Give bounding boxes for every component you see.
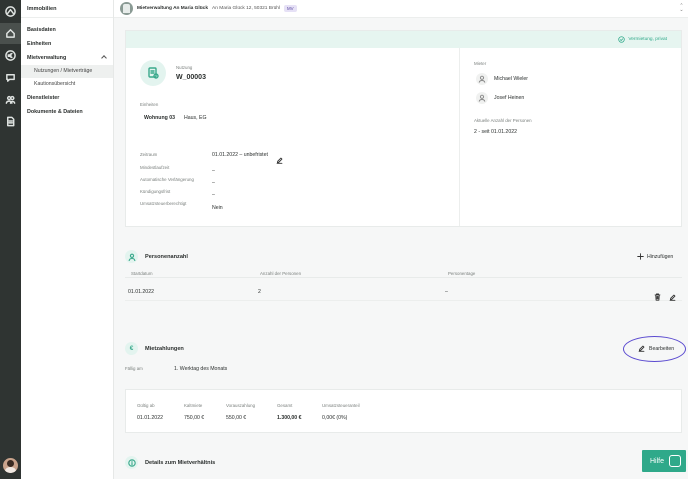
field-label: Automatische Verlängerung [140,177,194,182]
cell-person-days: – [445,289,448,295]
tenant-name[interactable]: Josef Heinen [494,95,524,101]
icon-rail [0,0,21,479]
help-label: Hilfe [650,457,665,465]
payment-vat: 0,00€ (0%) [322,415,348,421]
nutzung-id: W_00003 [176,74,206,81]
column-header: Gültig ab [137,403,155,408]
tenant-avatar [476,73,488,85]
sidebar-item-dienstleister[interactable]: Dienstleister [21,91,113,105]
sidebar-item-dokumente[interactable]: Dokumente & Dateien [21,105,113,119]
tenant-avatar [476,92,488,104]
section-title-details: Details zum Mietverhältnis [145,460,216,466]
field-label: Mindestlaufzeit [140,165,170,170]
due-value: 1. Werktag des Monats [174,366,228,372]
field-label: Umsatzsteuerberechtigt [140,201,187,206]
field-label: Zeitraum [140,152,158,157]
info-icon [125,456,138,469]
chat-bubble-icon [669,455,681,467]
status-text: Vermietung, privat [628,37,667,42]
section-title-personenanzahl: Personenanzahl [145,254,188,260]
pencil-icon [276,157,283,164]
app-logo-icon[interactable] [3,4,18,19]
highlight-annotation [623,336,686,362]
euro-circle-icon: € [125,342,138,355]
divider [459,48,460,226]
add-person-count-button[interactable]: Hinzufügen [637,253,673,260]
plus-icon [637,253,644,260]
euro-icon[interactable] [3,48,18,63]
person-count-value: 2 - seit 01.01.2022 [474,129,517,135]
switch-property-icon[interactable]: ⌃ ⌄ [679,4,684,14]
chevron-up-icon [101,55,107,61]
document-icon[interactable] [3,114,18,129]
payment-prepayment: 550,00 € [226,415,247,421]
tenant-name[interactable]: Michael Wieler [494,76,528,82]
cell-start: 01.01.2022 [128,289,154,295]
add-button-label: Hinzufügen [647,253,674,260]
field-value: – [212,180,215,186]
edit-row-button[interactable] [669,288,676,306]
property-title: Mietverwaltung An Maria Glück [137,6,208,11]
units-label: Einheiten [140,102,159,107]
property-address: An Maria Glück 12, 50321 Brühl [212,6,280,11]
cell-count: 2 [258,289,261,295]
sidebar-header: Immobilien [21,0,113,18]
unit-location: Haus, EG [184,115,207,121]
person-count-label: Aktuelle Anzahl der Personen [474,118,532,123]
persons-table-header: Startdatum Anzahl der Personen Personent… [125,269,682,278]
column-header: Kaltmiete [184,403,203,408]
property-badge: MV [284,5,297,12]
sidebar-subitem-nutzungen[interactable]: Nutzungen / Mietverträge [21,65,113,78]
property-logo-icon [120,2,133,15]
table-row: 01.01.2022 2 – [125,284,682,301]
sidebar-item-einheiten[interactable]: Einheiten [21,37,113,51]
nutzung-label: Nutzung [176,65,193,70]
sidebar-item-basisdaten[interactable]: Basisdaten [21,23,113,37]
check-circle-icon [618,36,626,43]
column-header: Vorauszahlung [226,403,256,408]
sidebar: Immobilien Basisdaten Einheiten Mietverw… [21,0,114,479]
section-title-mietzahlungen: Mietzahlungen [145,346,184,352]
column-header: Personentage [448,271,476,276]
main-content: Vermietung, privat Nutzung W_00003 Einhe… [114,18,688,479]
payments-card: Gültig ab Kaltmiete Vorauszahlung Gesamt… [125,389,682,433]
sidebar-subitem-kautionsuebersicht[interactable]: Kautionsübersicht [21,78,113,91]
delete-row-button[interactable] [654,288,661,306]
person-icon [125,250,138,263]
nutzung-card: Vermietung, privat Nutzung W_00003 Einhe… [125,30,682,227]
column-header: Anzahl der Personen [260,271,302,276]
edit-period-button[interactable] [276,151,283,169]
field-value: – [212,168,215,174]
help-button[interactable]: Hilfe [642,450,686,472]
pencil-icon [669,294,676,301]
top-bar: Mietverwaltung An Maria Glück An Maria G… [114,0,688,18]
field-value: Nein [212,205,223,211]
field-label: Kündigungsfrist [140,189,171,194]
payment-valid-from: 01.01.2022 [137,415,163,421]
trash-icon [654,293,661,301]
contract-icon [140,60,166,86]
field-value: 01.01.2022 – unbefristet [212,152,268,158]
column-header: Startdatum [131,271,153,276]
people-icon[interactable] [3,92,18,107]
payment-total: 1.300,00 € [277,415,302,421]
sidebar-item-mietverwaltung[interactable]: Mietverwaltung [21,51,113,65]
status-banner: Vermietung, privat [126,31,681,48]
payment-cold-rent: 750,00 € [184,415,205,421]
column-header: Gesamt [277,403,293,408]
chat-icon[interactable] [3,70,18,85]
unit-name[interactable]: Wohnung 03 [144,115,175,121]
due-label: Fällig am [125,366,143,371]
user-avatar[interactable] [3,458,18,473]
field-value: – [212,192,215,198]
column-header: Umsatzsteueranteil [322,403,360,408]
sidebar-item-label: Mietverwaltung [27,55,67,61]
tenants-label: Mieter [474,61,487,66]
home-icon[interactable] [0,23,21,44]
